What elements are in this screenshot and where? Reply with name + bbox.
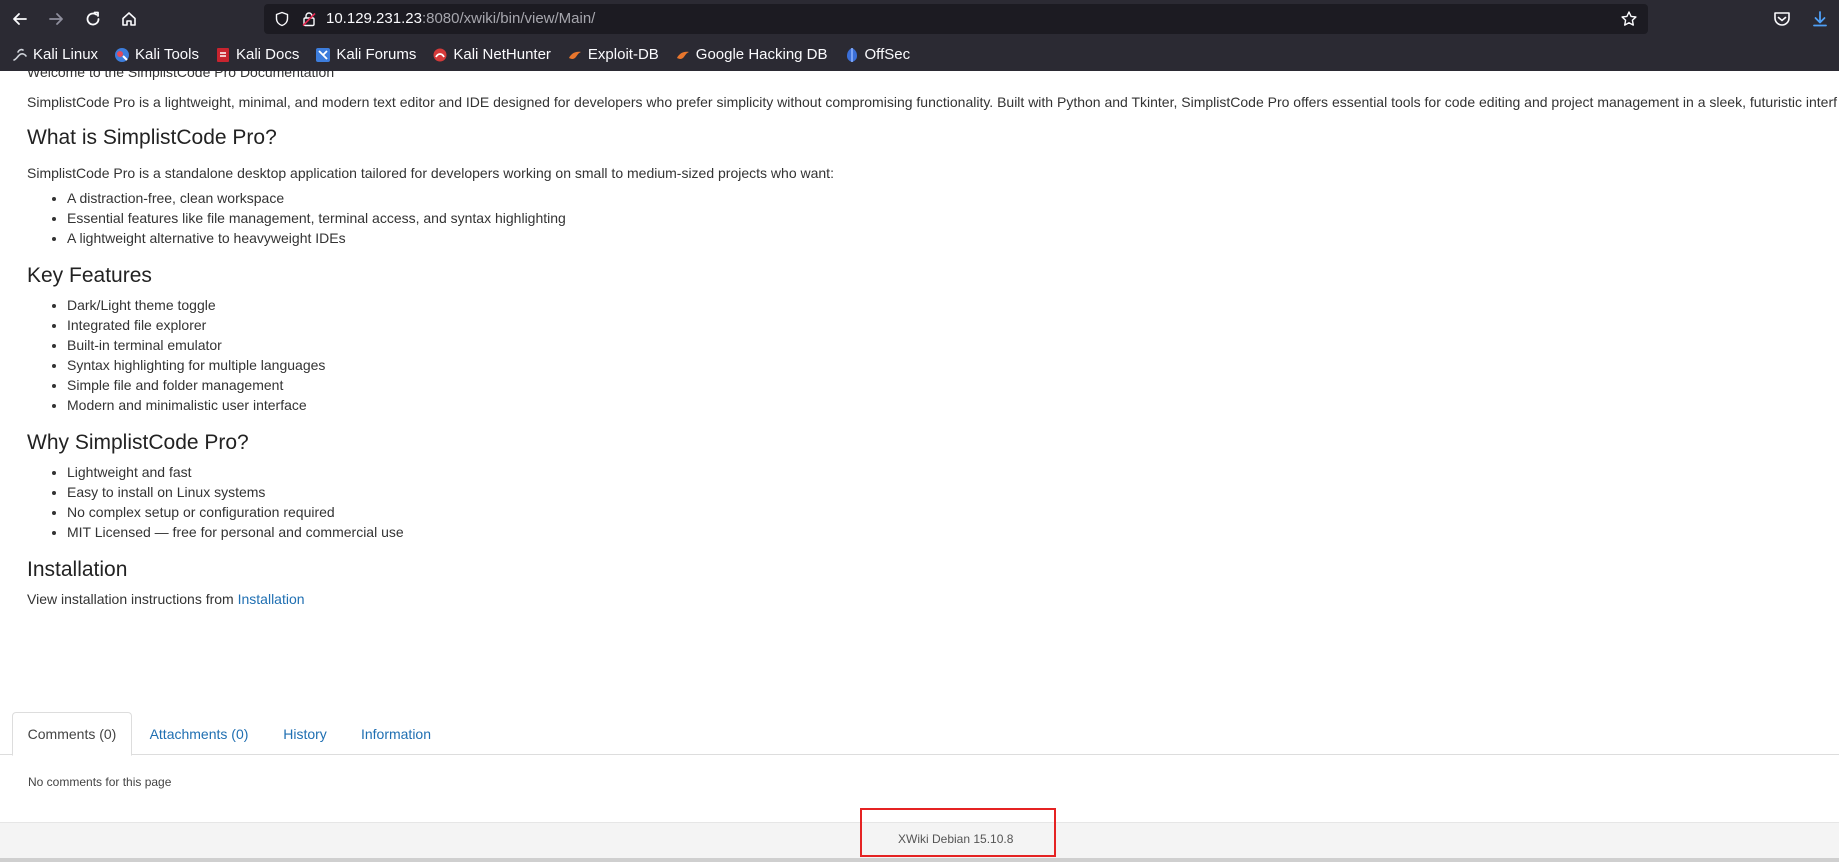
feature-list: Lightweight and fast Easy to install on … (27, 462, 1839, 542)
tab-attachments[interactable]: Attachments (0) (140, 712, 258, 755)
bookmark-google-hacking-db[interactable]: Google Hacking DB (671, 42, 832, 68)
google-hacking-db-icon (675, 47, 691, 63)
list-item: Easy to install on Linux systems (67, 482, 1839, 502)
bookmark-kali-tools[interactable]: Kali Tools (110, 42, 203, 68)
doc-extra-tabs: Comments (0) Attachments (0) History Inf… (0, 712, 1839, 756)
intro-paragraph: SimplistCode Pro is a lightweight, minim… (27, 94, 1837, 110)
back-arrow-icon (13, 13, 27, 25)
kali-nethunter-icon (432, 47, 448, 63)
reload-button[interactable] (77, 4, 109, 34)
installation-prefix: View installation instructions from (27, 591, 238, 607)
list-item: Integrated file explorer (67, 315, 1839, 335)
tab-information[interactable]: Information (352, 712, 440, 755)
bookmark-exploit-db[interactable]: Exploit-DB (563, 42, 663, 68)
url-host: 10.129.231.23 (326, 10, 422, 27)
kali-docs-icon (215, 47, 231, 63)
list-item: Syntax highlighting for multiple languag… (67, 355, 1839, 375)
no-comments-text: No comments for this page (28, 775, 172, 789)
list-item: No complex setup or configuration requir… (67, 502, 1839, 522)
list-item: A distraction-free, clean workspace (67, 188, 1839, 208)
list-item: Modern and minimalistic user interface (67, 395, 1839, 415)
welcome-text: Welcome to the SimplistCode Pro Document… (27, 71, 335, 80)
forward-button[interactable] (40, 4, 72, 34)
offsec-icon (844, 47, 860, 63)
pocket-icon[interactable] (1772, 9, 1792, 29)
bookmark-label: Kali NetHunter (453, 46, 551, 63)
bookmark-kali-docs[interactable]: Kali Docs (211, 42, 303, 68)
list-item: Lightweight and fast (67, 462, 1839, 482)
kali-dragon-icon (12, 47, 28, 63)
installation-text: View installation instructions from Inst… (27, 589, 1839, 609)
bookmarks-bar: Kali Linux Kali Tools Kali Docs Kali For… (0, 38, 1839, 71)
section-heading: What is SimplistCode Pro? (27, 126, 277, 149)
feature-list: A distraction-free, clean workspace Esse… (27, 188, 1839, 248)
tab-comments[interactable]: Comments (0) (12, 712, 132, 756)
bookmark-label: Kali Docs (235, 46, 300, 63)
lock-icon[interactable] (301, 11, 317, 27)
bookmark-label: Kali Linux (33, 46, 99, 63)
section-heading: Key Features (27, 264, 152, 287)
bookmark-label: OffSec (864, 46, 911, 63)
bookmark-offsec[interactable]: OffSec (840, 42, 915, 68)
section-heading: Why SimplistCode Pro? (27, 431, 249, 454)
bookmark-kali-linux[interactable]: Kali Linux (8, 42, 102, 68)
shield-icon[interactable] (274, 11, 290, 27)
list-item: Built-in terminal emulator (67, 335, 1839, 355)
list-item: Essential features like file management,… (67, 208, 1839, 228)
bookmark-kali-nethunter[interactable]: Kali NetHunter (428, 42, 555, 68)
url-path: :8080/xwiki/bin/view/Main/ (421, 10, 596, 27)
exploit-db-icon (567, 47, 583, 63)
browser-toolbar: 10.129.231.23:8080/xwiki/bin/view/Main/ (0, 0, 1839, 38)
bookmark-label: Kali Forums (336, 46, 417, 63)
installation-link[interactable]: Installation (238, 591, 305, 607)
list-item: Dark/Light theme toggle (67, 295, 1839, 315)
url-text[interactable]: 10.129.231.23:8080/xwiki/bin/view/Main/ (326, 10, 595, 27)
kali-forums-icon (315, 47, 331, 63)
list-item: A lightweight alternative to heavyweight… (67, 228, 1839, 248)
section-heading: Installation (27, 558, 128, 581)
url-bar[interactable]: 10.129.231.23:8080/xwiki/bin/view/Main/ (264, 4, 1648, 34)
reload-icon (86, 11, 100, 26)
document-content: Welcome to the SimplistCode Pro Document… (27, 71, 1839, 609)
feature-list: Dark/Light theme toggle Integrated file … (27, 295, 1839, 415)
footer-bottom-border (0, 858, 1839, 862)
bookmark-label: Exploit-DB (587, 46, 659, 63)
bookmark-label: Kali Tools (135, 46, 199, 63)
highlight-box (860, 808, 1056, 857)
forward-arrow-icon (49, 13, 63, 25)
download-icon[interactable] (1810, 9, 1830, 29)
section-intro: SimplistCode Pro is a standalone desktop… (27, 165, 834, 181)
back-button[interactable] (4, 4, 36, 34)
list-item: MIT Licensed — free for personal and com… (67, 522, 1839, 542)
star-icon[interactable] (1620, 10, 1638, 28)
home-button[interactable] (113, 4, 145, 34)
home-icon (122, 12, 136, 26)
bookmark-label: Google Hacking DB (695, 46, 828, 63)
list-item: Simple file and folder management (67, 375, 1839, 395)
bookmark-kali-forums[interactable]: Kali Forums (311, 42, 420, 68)
tab-history[interactable]: History (268, 712, 342, 755)
kali-tools-icon (114, 47, 130, 63)
